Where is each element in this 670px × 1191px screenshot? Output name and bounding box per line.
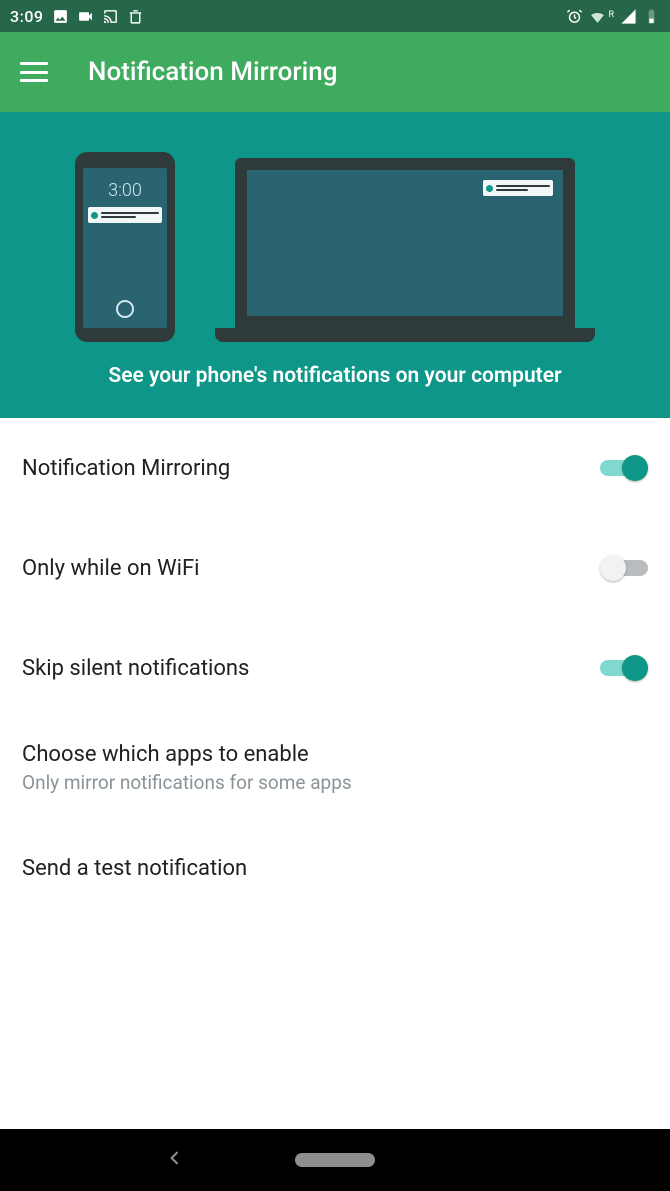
phone-graphic: 3:00	[75, 152, 175, 342]
toggle-skip-silent: Skip silent notifications	[22, 618, 648, 718]
app-bar: Notification Mirroring	[0, 32, 670, 112]
toggle-only-wifi: Only while on WiFi	[22, 518, 648, 618]
home-pill[interactable]	[295, 1153, 375, 1167]
cast-icon	[102, 8, 119, 25]
hero-banner: 3:00 See your phone's notifications o	[0, 112, 670, 418]
status-clock: 3:09	[10, 7, 44, 26]
hero-subtitle: See your phone's notifications on your c…	[20, 364, 650, 388]
row-send-test[interactable]: Send a test notification	[22, 818, 648, 918]
battery-icon	[643, 8, 660, 25]
laptop-notification-graphic	[483, 180, 553, 196]
toggle-skip-silent-switch[interactable]	[600, 654, 648, 682]
setting-title: Choose which apps to enable	[22, 742, 628, 767]
status-bar: 3:09 R	[0, 0, 670, 32]
hero-illustration: 3:00	[20, 132, 650, 342]
phone-notification-graphic	[88, 207, 162, 223]
phone-home-graphic	[116, 300, 134, 318]
page-title: Notification Mirroring	[88, 57, 337, 87]
delete-icon	[127, 8, 144, 25]
signal-icon	[620, 8, 637, 25]
settings-list: Notification Mirroring Only while on WiFi…	[0, 418, 670, 1129]
menu-icon[interactable]	[20, 62, 48, 82]
video-icon	[77, 8, 94, 25]
setting-title: Send a test notification	[22, 856, 628, 881]
navigation-bar	[0, 1129, 670, 1191]
toggle-notification-mirroring: Notification Mirroring	[22, 418, 648, 518]
setting-title: Notification Mirroring	[22, 456, 580, 481]
back-button[interactable]	[165, 1148, 185, 1172]
row-choose-apps[interactable]: Choose which apps to enable Only mirror n…	[22, 718, 648, 818]
setting-title: Skip silent notifications	[22, 656, 580, 681]
wifi-icon	[589, 8, 606, 25]
setting-subtitle: Only mirror notifications for some apps	[22, 771, 628, 794]
laptop-graphic	[215, 158, 595, 342]
alarm-icon	[566, 8, 583, 25]
setting-title: Only while on WiFi	[22, 556, 580, 581]
phone-time: 3:00	[108, 180, 142, 201]
picture-icon	[52, 8, 69, 25]
roaming-indicator: R	[608, 10, 614, 20]
toggle-only-wifi-switch[interactable]	[600, 554, 648, 582]
toggle-notification-mirroring-switch[interactable]	[600, 454, 648, 482]
